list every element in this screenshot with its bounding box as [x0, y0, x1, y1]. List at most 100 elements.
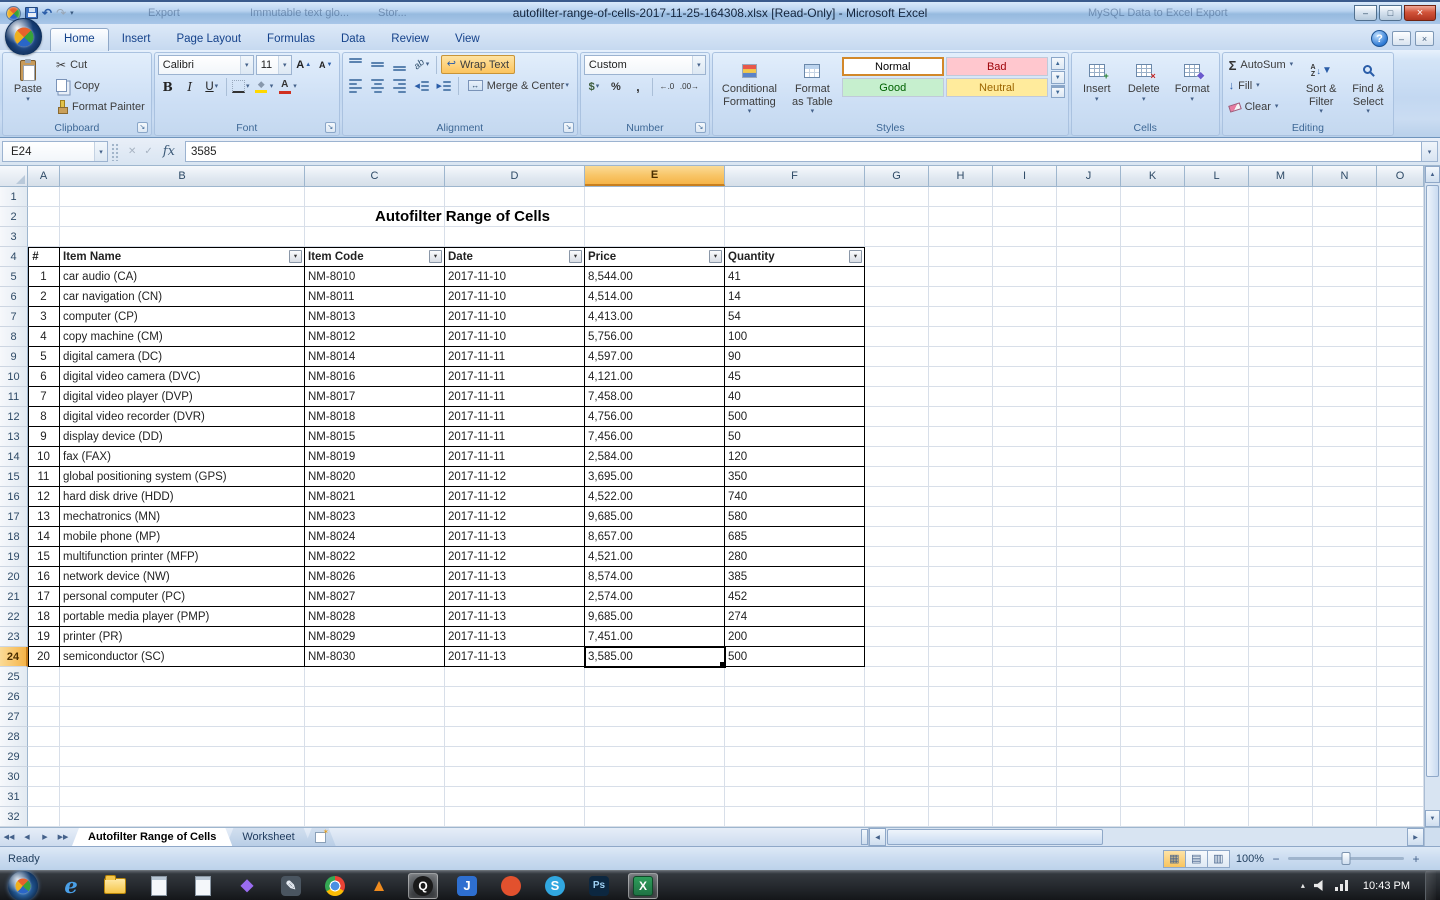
cancel-entry-icon[interactable]: ✕ [128, 146, 136, 157]
cell-H30[interactable] [929, 767, 993, 787]
row-header-30[interactable]: 30 [0, 767, 28, 787]
cell-N11[interactable] [1313, 387, 1377, 407]
cell-L21[interactable] [1185, 587, 1249, 607]
cell-A4[interactable]: # [28, 247, 60, 267]
accounting-format-button[interactable]: $ ▾ [584, 77, 604, 96]
cell-K7[interactable] [1121, 307, 1185, 327]
column-header-C[interactable]: C [305, 166, 445, 186]
cell-H19[interactable] [929, 547, 993, 567]
cell-A11[interactable]: 7 [28, 387, 60, 407]
cell-L18[interactable] [1185, 527, 1249, 547]
clear-button[interactable]: Clear ▾ [1226, 97, 1297, 117]
zoom-slider[interactable] [1288, 852, 1404, 865]
cell-F6[interactable]: 14 [725, 287, 865, 307]
cell-M4[interactable] [1249, 247, 1313, 267]
cell-B2[interactable]: Autofilter Range of Cells [60, 207, 550, 227]
cell-O30[interactable] [1377, 767, 1424, 787]
cell-K23[interactable] [1121, 627, 1185, 647]
cell-G12[interactable] [865, 407, 929, 427]
cell-F2[interactable] [725, 207, 865, 227]
cell-J14[interactable] [1057, 447, 1121, 467]
borders-button[interactable]: ▾ [231, 77, 251, 96]
cell-J6[interactable] [1057, 287, 1121, 307]
cell-G19[interactable] [865, 547, 929, 567]
cell-C4[interactable]: Item Code ▾ [305, 247, 445, 267]
cell-B19[interactable]: multifunction printer (MFP) [60, 547, 305, 567]
cell-L20[interactable] [1185, 567, 1249, 587]
row-header-15[interactable]: 15 [0, 467, 28, 487]
cell-D31[interactable] [445, 787, 585, 807]
cell-G5[interactable] [865, 267, 929, 287]
cell-J7[interactable] [1057, 307, 1121, 327]
cell-H6[interactable] [929, 287, 993, 307]
row-header-2[interactable]: 2 [0, 207, 28, 227]
cell-E13[interactable]: 7,456.00 [585, 427, 725, 447]
cell-E10[interactable]: 4,121.00 [585, 367, 725, 387]
cell-I27[interactable] [993, 707, 1057, 727]
cell-A24[interactable]: 20 [28, 647, 60, 667]
cell-style-neutral[interactable]: Neutral [945, 78, 1048, 97]
cell-M29[interactable] [1249, 747, 1313, 767]
cell-L1[interactable] [1185, 187, 1249, 207]
cell-K20[interactable] [1121, 567, 1185, 587]
cell-G25[interactable] [865, 667, 929, 687]
cell-M25[interactable] [1249, 667, 1313, 687]
cell-C14[interactable]: NM-8019 [305, 447, 445, 467]
cell-C11[interactable]: NM-8017 [305, 387, 445, 407]
cell-O9[interactable] [1377, 347, 1424, 367]
cell-D27[interactable] [445, 707, 585, 727]
cell-O7[interactable] [1377, 307, 1424, 327]
orientation-button[interactable]: ab ▾ [412, 55, 432, 74]
cell-K28[interactable] [1121, 727, 1185, 747]
filter-button-E[interactable]: ▾ [709, 250, 722, 263]
cell-D14[interactable]: 2017-11-11 [445, 447, 585, 467]
cell-B20[interactable]: network device (NW) [60, 567, 305, 587]
cell-I32[interactable] [993, 807, 1057, 827]
cell-H20[interactable] [929, 567, 993, 587]
cell-E9[interactable]: 4,597.00 [585, 347, 725, 367]
clock[interactable]: 10:43 PM [1357, 880, 1416, 892]
cell-D24[interactable]: 2017-11-13 [445, 647, 585, 667]
horizontal-scrollbar[interactable]: ◀ ▶ [868, 828, 1424, 846]
cell-O8[interactable] [1377, 327, 1424, 347]
cell-G31[interactable] [865, 787, 929, 807]
cell-H25[interactable] [929, 667, 993, 687]
cell-A27[interactable] [28, 707, 60, 727]
cell-J31[interactable] [1057, 787, 1121, 807]
cell-A30[interactable] [28, 767, 60, 787]
cell-G27[interactable] [865, 707, 929, 727]
cell-B12[interactable]: digital video recorder (DVR) [60, 407, 305, 427]
cell-K15[interactable] [1121, 467, 1185, 487]
cell-I6[interactable] [993, 287, 1057, 307]
cell-N15[interactable] [1313, 467, 1377, 487]
cell-L9[interactable] [1185, 347, 1249, 367]
cell-A6[interactable]: 2 [28, 287, 60, 307]
cell-M12[interactable] [1249, 407, 1313, 427]
cell-D18[interactable]: 2017-11-13 [445, 527, 585, 547]
cell-H17[interactable] [929, 507, 993, 527]
cell-I30[interactable] [993, 767, 1057, 787]
cell-M31[interactable] [1249, 787, 1313, 807]
row-header-18[interactable]: 18 [0, 527, 28, 547]
vertical-scrollbar[interactable]: ▲ ▼ [1424, 166, 1440, 827]
cell-G32[interactable] [865, 807, 929, 827]
conditional-formatting-button[interactable]: Conditional Formatting ▾ [716, 55, 783, 120]
row-header-16[interactable]: 16 [0, 487, 28, 507]
cell-A20[interactable]: 16 [28, 567, 60, 587]
cell-M5[interactable] [1249, 267, 1313, 287]
cell-N10[interactable] [1313, 367, 1377, 387]
cell-E19[interactable]: 4,521.00 [585, 547, 725, 567]
taskbar-app-violet[interactable]: ◆ [232, 873, 262, 899]
cell-F9[interactable]: 90 [725, 347, 865, 367]
show-desktop-button[interactable] [1425, 870, 1436, 900]
cell-F11[interactable]: 40 [725, 387, 865, 407]
cell-H23[interactable] [929, 627, 993, 647]
cell-O29[interactable] [1377, 747, 1424, 767]
cell-A10[interactable]: 6 [28, 367, 60, 387]
cell-K13[interactable] [1121, 427, 1185, 447]
cell-A8[interactable]: 4 [28, 327, 60, 347]
redo-button[interactable]: ↷ [56, 7, 66, 19]
cell-J20[interactable] [1057, 567, 1121, 587]
filter-button-F[interactable]: ▾ [849, 250, 862, 263]
cell-J23[interactable] [1057, 627, 1121, 647]
